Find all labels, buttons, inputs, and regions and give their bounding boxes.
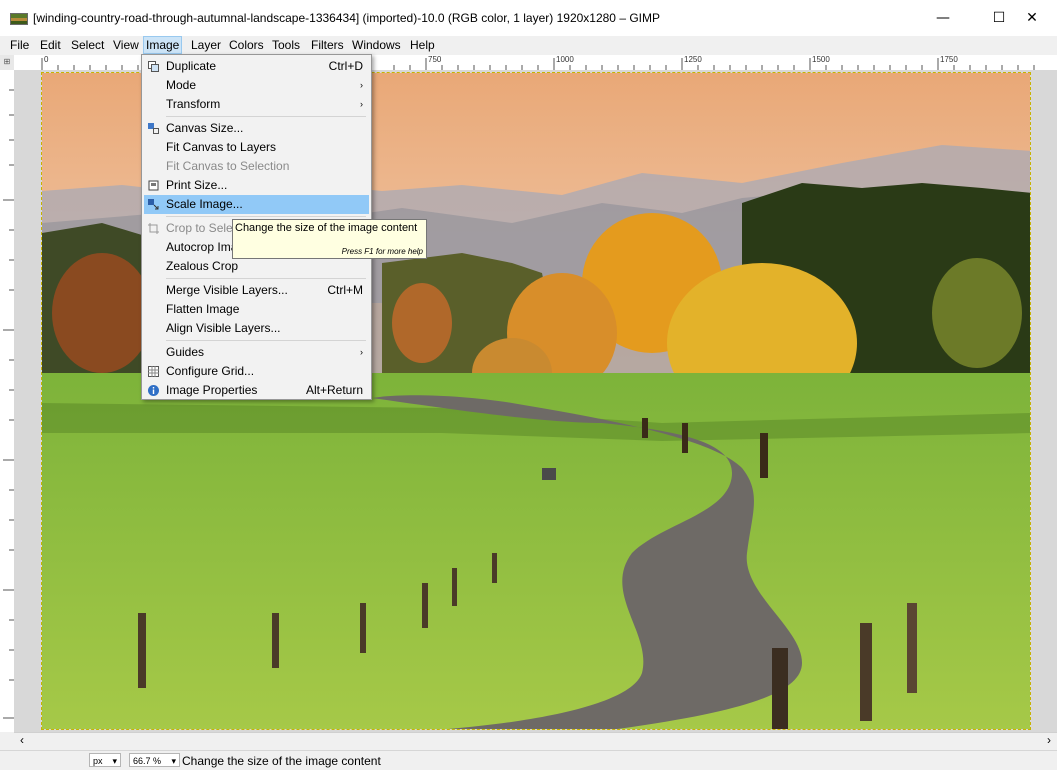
menu-view[interactable]: View [111, 37, 141, 53]
ruler-label: 1500 [812, 55, 830, 64]
menu-item-label: Mode [166, 78, 197, 92]
menu-separator [166, 278, 366, 279]
menu-tools[interactable]: Tools [270, 37, 302, 53]
chevron-down-icon: ▾ [171, 756, 176, 766]
zoom-selector[interactable]: 66.7 % ▾ [129, 753, 180, 767]
menu-item-label: Print Size... [166, 178, 228, 192]
duplicate-icon [148, 61, 159, 72]
scroll-right-arrow-icon[interactable]: › [1047, 733, 1051, 747]
submenu-arrow-icon: › [360, 80, 363, 90]
menu-item-label: Image Properties [166, 383, 258, 397]
ruler-label: 1250 [684, 55, 702, 64]
menu-item-duplicate[interactable]: Duplicate Ctrl+D [144, 57, 369, 76]
vertical-ruler[interactable] [0, 70, 15, 732]
menu-item-mode[interactable]: Mode › [144, 76, 369, 95]
menu-item-image-properties[interactable]: Image Properties Alt+Return [144, 381, 369, 400]
menu-separator [166, 116, 366, 117]
grid-icon [148, 366, 159, 377]
menu-item-guides[interactable]: Guides › [144, 343, 369, 362]
menu-windows[interactable]: Windows [350, 37, 403, 53]
menu-file[interactable]: File [8, 37, 31, 53]
menu-select[interactable]: Select [69, 37, 106, 53]
menu-separator [166, 216, 366, 217]
menu-item-label: Fit Canvas to Layers [166, 140, 277, 154]
menu-item-label: Duplicate [166, 59, 217, 73]
menu-item-transform[interactable]: Transform › [144, 95, 369, 114]
unit-value: px [93, 756, 103, 766]
print-size-icon [148, 180, 159, 191]
ruler-corner[interactable]: ⊞ [0, 55, 14, 70]
menu-help[interactable]: Help [408, 37, 437, 53]
menu-item-label: Configure Grid... [166, 364, 255, 378]
menu-item-label: Merge Visible Layers... [166, 283, 288, 297]
submenu-arrow-icon: › [360, 99, 363, 109]
unit-selector[interactable]: px ▾ [89, 753, 121, 767]
shortcut-label: Alt+Return [305, 383, 363, 397]
menu-item-fit-canvas-to-selection: Fit Canvas to Selection [144, 157, 369, 176]
canvas-size-icon [148, 123, 159, 134]
menu-item-align-visible-layers[interactable]: Align Visible Layers... [144, 319, 369, 338]
shortcut-label: Ctrl+D [328, 59, 363, 73]
menu-item-flatten-image[interactable]: Flatten Image [144, 300, 369, 319]
menu-item-label: Fit Canvas to Selection [166, 159, 290, 173]
menu-item-label: Align Visible Layers... [166, 321, 281, 335]
menu-separator [166, 340, 366, 341]
menu-layer[interactable]: Layer [189, 37, 223, 53]
ruler-label: 750 [428, 55, 442, 64]
menu-item-scale-image[interactable]: Scale Image... [144, 195, 369, 214]
shortcut-label: Ctrl+M [327, 283, 363, 297]
tooltip-text: Change the size of the image content [235, 222, 418, 234]
menu-filters[interactable]: Filters [309, 37, 346, 53]
zoom-value: 66.7 % [133, 756, 162, 766]
menu-item-configure-grid[interactable]: Configure Grid... [144, 362, 369, 381]
menu-image[interactable]: Image [142, 36, 183, 54]
crop-icon [148, 223, 159, 234]
scale-image-icon [148, 199, 159, 210]
menu-item-label: Zealous Crop [166, 259, 239, 273]
menu-item-label: Guides [166, 345, 205, 359]
chevron-down-icon: ▾ [112, 756, 117, 766]
menu-edit[interactable]: Edit [38, 37, 63, 53]
menu-item-label: Scale Image... [166, 197, 243, 211]
image-thumbnail-icon [10, 13, 28, 25]
status-bar: px ▾ 66.7 % ▾ Change the size of the image… [0, 750, 1057, 770]
menu-item-print-size[interactable]: Print Size... [144, 176, 369, 195]
menu-item-zealous-crop[interactable]: Zealous Crop [144, 257, 369, 276]
menu-item-fit-canvas-to-layers[interactable]: Fit Canvas to Layers [144, 138, 369, 157]
info-icon [148, 385, 159, 396]
ruler-label: 1000 [556, 55, 574, 64]
status-message: Change the size of the image content [182, 754, 381, 768]
menu-bar: File Edit Select View Image Layer Colors… [0, 36, 1057, 54]
ruler-ticks [3, 89, 14, 719]
ruler-label: 0 [44, 55, 49, 64]
close-button[interactable]: ✕ [1010, 4, 1054, 32]
menu-item-label: Canvas Size... [166, 121, 244, 135]
window-title: [winding-country-road-through-autumnal-l… [33, 11, 660, 25]
ruler-label: 1750 [940, 55, 958, 64]
tooltip-help-text: Press F1 for more help [341, 247, 423, 256]
menu-item-merge-visible-layers[interactable]: Merge Visible Layers... Ctrl+M [144, 281, 369, 300]
horizontal-scrollbar[interactable]: ‹ › [14, 732, 1057, 750]
tooltip: Change the size of the image content Pre… [232, 219, 427, 259]
title-bar: [winding-country-road-through-autumnal-l… [0, 0, 1057, 36]
menu-colors[interactable]: Colors [227, 37, 266, 53]
scroll-left-arrow-icon[interactable]: ‹ [20, 733, 24, 747]
menu-item-label: Flatten Image [166, 302, 240, 316]
menu-item-label: Transform [166, 97, 221, 111]
submenu-arrow-icon: › [360, 347, 363, 357]
menu-item-canvas-size[interactable]: Canvas Size... [144, 119, 369, 138]
minimize-button[interactable]: — [921, 4, 965, 32]
